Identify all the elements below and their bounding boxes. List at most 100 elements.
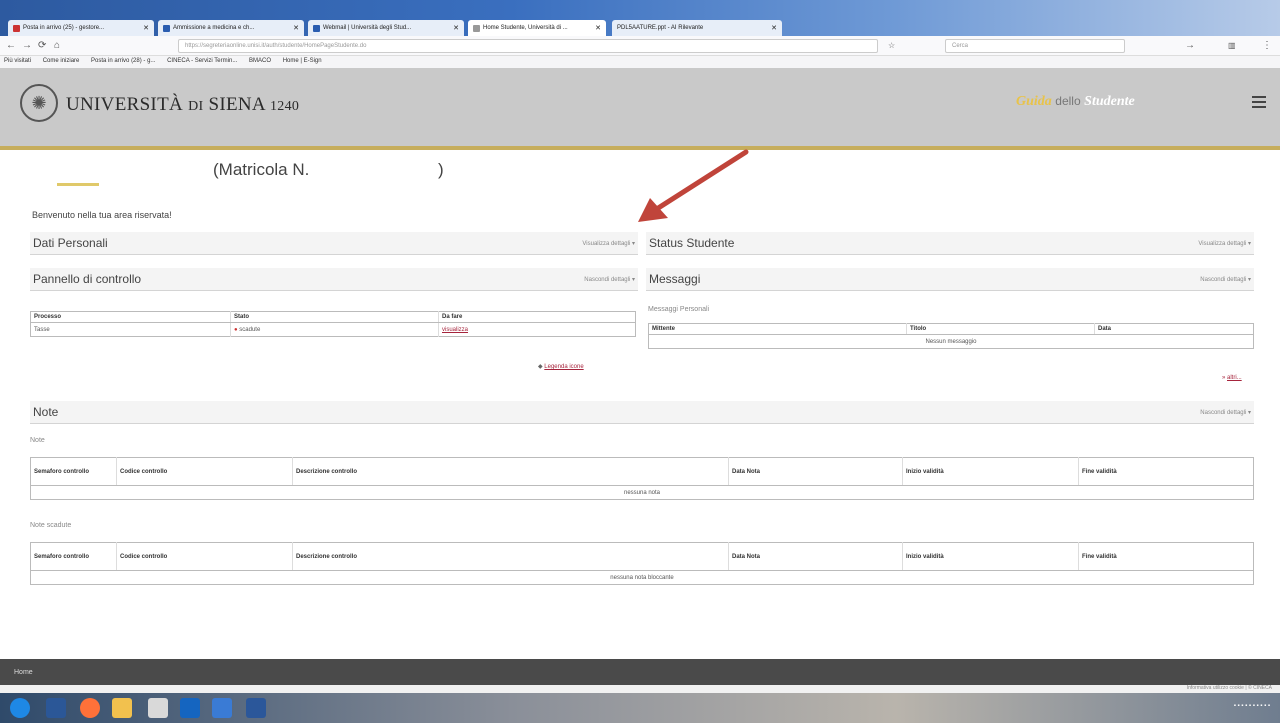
column-header: Da fare (438, 311, 636, 323)
university-seal-icon: ✺ (20, 84, 58, 122)
system-tray[interactable]: ▪ ▪ ▪ ▪ ▪ ▪ ▪ ▪ ▪ ▪ (1234, 703, 1270, 709)
panel-messaggi[interactable]: Messaggi Nascondi dettagli (646, 268, 1254, 291)
page-footer: Home (0, 659, 1280, 685)
footer-home-link[interactable]: Home (14, 669, 33, 676)
bookmark-item[interactable]: CINECA - Servizi Termin... (167, 58, 237, 64)
browser-tab-bar: Posta in arrivo (25) - gestore... ✕ Ammi… (0, 0, 1280, 36)
messages-more-wrap: » altri... (1222, 375, 1242, 381)
bookmark-item[interactable]: Come iniziare (43, 58, 80, 64)
column-header: Stato (230, 311, 439, 323)
firefox-icon[interactable] (80, 698, 100, 718)
control-table: Processo Stato Da fare Tasse ● scadute v… (30, 311, 636, 337)
column-header: Fine validità (1078, 542, 1254, 571)
column-header: Codice controllo (116, 457, 293, 486)
student-name-redacted (57, 183, 99, 186)
bookmarks-bar: Più visitati Come iniziare Posta in arri… (0, 56, 1280, 68)
column-header: Data (1094, 323, 1254, 335)
arrow-right-icon[interactable]: → (1185, 40, 1195, 51)
reload-icon[interactable]: ⟳ (38, 40, 46, 51)
toggle-details-link[interactable]: Visualizza dettagli (582, 240, 635, 247)
matricola-label: (Matricola N. (213, 160, 310, 179)
library-icon[interactable]: ▥ (1228, 41, 1236, 50)
panel-pannello-controllo[interactable]: Pannello di controllo Nascondi dettagli (30, 268, 638, 291)
column-header: Inizio validità (902, 457, 1079, 486)
start-icon[interactable] (10, 698, 30, 718)
table-row: Tasse ● scadute visualizza (30, 322, 636, 337)
toggle-details-link[interactable]: Visualizza dettagli (1198, 240, 1251, 247)
panel-dati-personali[interactable]: Dati Personali Visualizza dettagli (30, 232, 638, 255)
close-icon[interactable]: ✕ (449, 24, 459, 32)
more-messages-link[interactable]: altri... (1227, 375, 1242, 381)
welcome-message: Benvenuto nella tua area riservata! (32, 210, 172, 220)
panel-note[interactable]: Note Nascondi dettagli (30, 401, 1254, 424)
close-icon[interactable]: ✕ (591, 24, 601, 32)
word-icon[interactable] (246, 698, 266, 718)
folder-icon[interactable] (112, 698, 132, 718)
bookmark-item[interactable]: Home | E-Sign (283, 58, 322, 64)
hamburger-menu-icon[interactable] (1252, 96, 1266, 110)
forward-icon[interactable]: → (22, 40, 32, 51)
bookmark-item[interactable]: BMACO (249, 58, 271, 64)
bookmark-item[interactable]: Più visitati (4, 58, 31, 64)
notes-sublabel: Note (30, 437, 45, 444)
page-icon (313, 24, 320, 32)
university-logo[interactable]: UNIVERSITÀ DI SIENA 1240 (66, 94, 299, 116)
bookmark-star-icon[interactable]: ☆ (888, 41, 895, 50)
matricola-close: ) (438, 160, 444, 179)
legend-link-wrap: ◆ Legenda icone (538, 363, 584, 370)
messages-table: Mittente Titolo Data Nessun messaggio (648, 323, 1254, 349)
column-header: Descrizione controllo (292, 542, 729, 571)
panel-status-studente[interactable]: Status Studente Visualizza dettagli (646, 232, 1254, 255)
close-icon[interactable]: ✕ (289, 24, 299, 32)
ie-icon[interactable] (180, 698, 200, 718)
close-icon[interactable]: ✕ (767, 24, 777, 32)
browser-nav-bar: ← → ⟳ ⌂ https://segreteriaonline.unisi.i… (0, 36, 1280, 56)
column-header: Descrizione controllo (292, 457, 729, 486)
close-icon[interactable]: ✕ (139, 24, 149, 32)
guide-logo[interactable]: Guida dello Studente (1016, 94, 1135, 110)
column-header: Processo (30, 311, 231, 323)
column-header: Semaforo controllo (30, 457, 117, 486)
app-icon[interactable] (46, 698, 66, 718)
search-input[interactable]: Cerca (945, 39, 1125, 53)
annotation-arrow-icon (638, 149, 749, 222)
table-row: Nessun messaggio (925, 338, 977, 345)
column-header: Inizio validità (902, 542, 1079, 571)
bookmark-item[interactable]: Posta in arrivo (28) - g... (91, 58, 155, 64)
store-icon[interactable] (212, 698, 232, 718)
site-header: ✺ UNIVERSITÀ DI SIENA 1240 Guida dello S… (0, 68, 1280, 146)
column-header: Semaforo controllo (30, 542, 117, 571)
browser-tab[interactable]: Ammissione a medicina e ch... ✕ (158, 20, 304, 36)
toggle-details-link[interactable]: Nascondi dettagli (584, 276, 635, 283)
app-icon[interactable] (148, 698, 168, 718)
browser-tab[interactable]: Webmail | Università degli Stud... ✕ (308, 20, 464, 36)
legend-link[interactable]: Legenda icone (544, 364, 583, 370)
notes-table: Semaforo controllo Codice controllo Desc… (30, 457, 1254, 500)
column-header: Data Nota (728, 542, 903, 571)
page-icon (473, 24, 480, 32)
browser-tab[interactable]: PDL5AATURE.ppt - AI Rilevante ✕ (612, 20, 782, 36)
messages-sublabel: Messaggi Personali (648, 306, 710, 313)
toggle-details-link[interactable]: Nascondi dettagli (1200, 409, 1251, 416)
browser-tab-active[interactable]: Home Studente, Università di ... ✕ (468, 20, 606, 36)
page-icon (163, 24, 170, 32)
column-header: Fine validità (1078, 457, 1254, 486)
status-red-icon: ● (234, 326, 238, 333)
url-input[interactable]: https://segreteriaonline.unisi.it/auth/s… (178, 39, 878, 53)
back-icon[interactable]: ← (6, 40, 16, 51)
home-icon[interactable]: ⌂ (54, 40, 60, 51)
visualizza-link[interactable]: visualizza (442, 327, 468, 333)
footer-credits[interactable]: Informativa utilizzo cookie | © CINECA (1187, 685, 1272, 691)
menu-icon[interactable]: ⋮ (1262, 40, 1272, 51)
more-arrows-icon: » (1222, 375, 1226, 381)
expired-notes-table: Semaforo controllo Codice controllo Desc… (30, 542, 1254, 585)
expired-notes-sublabel: Note scadute (30, 522, 72, 529)
footer-credits-strip: Informativa utilizzo cookie | © CINECA (0, 685, 1280, 693)
column-header: Codice controllo (116, 542, 293, 571)
toggle-details-link[interactable]: Nascondi dettagli (1200, 276, 1251, 283)
os-taskbar: ▪ ▪ ▪ ▪ ▪ ▪ ▪ ▪ ▪ ▪ (0, 693, 1280, 723)
browser-tab[interactable]: Posta in arrivo (25) - gestore... ✕ (8, 20, 154, 36)
table-row: nessuna nota bloccante (610, 574, 674, 581)
column-header: Titolo (906, 323, 1095, 335)
legend-bullet-icon: ◆ (538, 364, 543, 370)
